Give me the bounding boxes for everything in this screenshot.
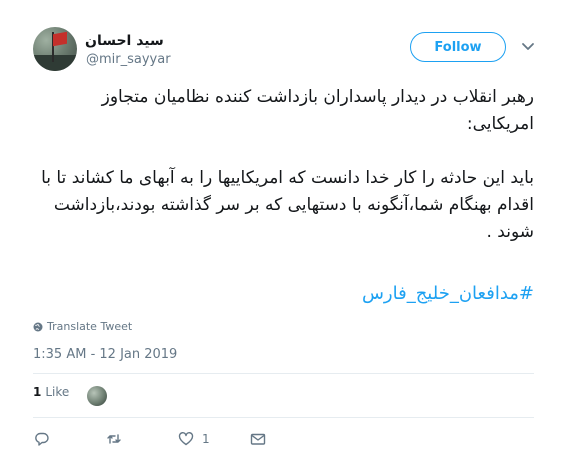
user-handle[interactable]: @mir_sayyar [86, 52, 171, 67]
likes-count-link[interactable]: 1 Like [33, 385, 69, 399]
like-count: 1 [202, 432, 210, 446]
avatar-ground [33, 55, 77, 71]
follow-button[interactable]: Follow [410, 32, 506, 62]
globe-icon [33, 322, 43, 331]
heart-icon [178, 432, 194, 446]
liker-avatar[interactable] [87, 386, 107, 406]
user-display-name[interactable]: سید احسان [85, 33, 164, 49]
likes-label: Like [45, 385, 70, 399]
tweet-text-paragraph-2: باید این حادثه را کار خدا دانست که امریک… [41, 168, 534, 242]
reply-button[interactable] [34, 430, 50, 448]
tweet-timestamp[interactable]: 1:35 AM - 12 Jan 2019 [33, 347, 177, 362]
tweet-text-paragraph-1: رهبر انقلاب در دیدار پاسداران بازداشت کن… [101, 87, 534, 134]
retweet-icon [107, 434, 121, 444]
like-button[interactable]: 1 [178, 430, 210, 448]
likes-count: 1 [33, 385, 42, 399]
retweet-button[interactable] [106, 430, 122, 448]
tweet-text: رهبر انقلاب در دیدار پاسداران بازداشت کن… [33, 84, 534, 246]
hashtag-link[interactable]: #مدافعان_خلیج_فارس [362, 283, 534, 304]
direct-message-button[interactable] [250, 430, 266, 448]
avatar-flag [53, 31, 67, 47]
divider-bottom [33, 417, 534, 418]
translate-tweet-label: Translate Tweet [47, 320, 133, 333]
translate-tweet-link[interactable]: Translate Tweet [33, 320, 132, 333]
divider-top [33, 373, 534, 374]
reply-icon [35, 432, 49, 446]
chevron-down-icon[interactable] [521, 42, 535, 52]
tweet-card: سید احسان @mir_sayyar Follow رهبر انقلاب… [0, 0, 567, 470]
user-avatar[interactable] [33, 27, 77, 71]
envelope-icon [250, 433, 266, 445]
